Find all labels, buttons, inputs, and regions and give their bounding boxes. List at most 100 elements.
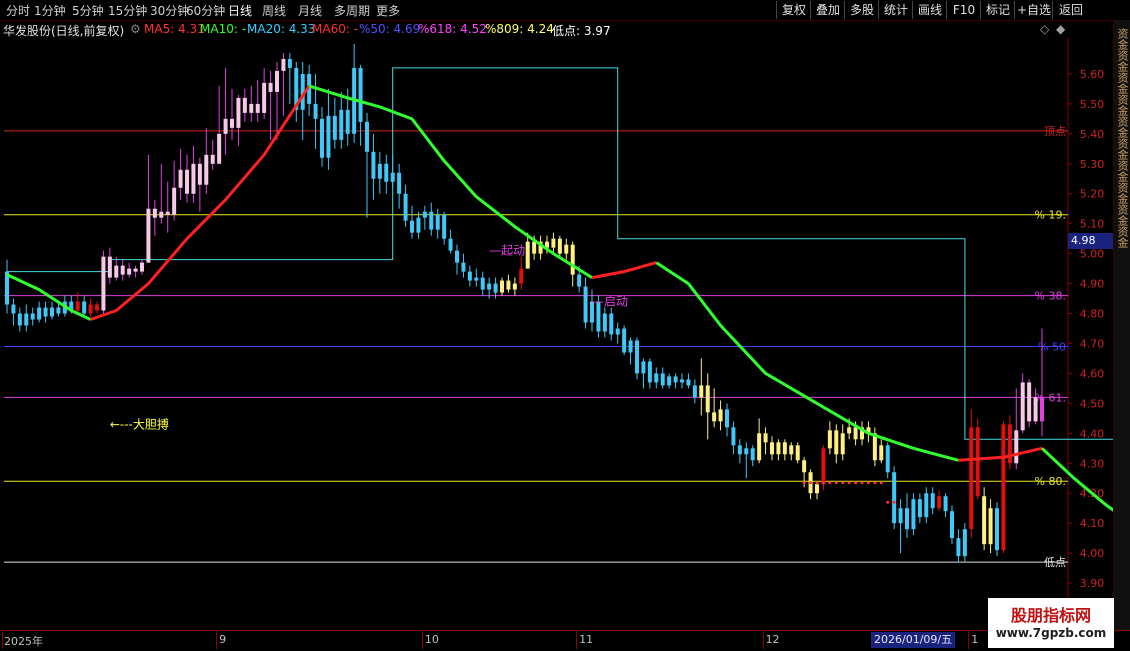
toolbar-button-4[interactable]: 画线: [912, 1, 947, 19]
candle-body[interactable]: [429, 211, 434, 230]
candle-body[interactable]: [358, 67, 363, 122]
candle-body[interactable]: [628, 340, 633, 353]
candle-body[interactable]: [242, 97, 247, 113]
candle-body[interactable]: [197, 163, 202, 185]
toolbar-button-8[interactable]: 返回: [1052, 1, 1089, 19]
candle-body[interactable]: [43, 307, 48, 317]
candle-body[interactable]: [313, 103, 318, 119]
toolbar-button-2[interactable]: 多股: [844, 1, 879, 19]
candle-body[interactable]: [577, 274, 582, 287]
stock-name[interactable]: 华发股份(日线,前复权): [3, 22, 124, 39]
candle-body[interactable]: [731, 427, 736, 446]
candle-body[interactable]: [11, 304, 16, 314]
candle-body[interactable]: [879, 445, 884, 461]
candle-body[interactable]: [152, 208, 157, 218]
candle-body[interactable]: [519, 268, 524, 284]
candle-body[interactable]: [815, 484, 819, 494]
candle-body[interactable]: [725, 409, 729, 428]
candle-body[interactable]: [551, 238, 556, 248]
candle-body[interactable]: [275, 70, 279, 92]
period-tab-2[interactable]: 5分钟: [72, 2, 104, 19]
candle-body[interactable]: [821, 448, 826, 485]
candle-body[interactable]: [403, 193, 408, 221]
candle-body[interactable]: [339, 109, 344, 140]
candle-body[interactable]: [1001, 424, 1006, 551]
candle-body[interactable]: [969, 427, 974, 530]
candle-body[interactable]: [442, 214, 447, 239]
right-info-strip[interactable]: 资金资金资金资金资金资金资金资金资金资金: [1113, 20, 1130, 630]
candle-body[interactable]: [287, 58, 292, 68]
candle-body[interactable]: [127, 268, 132, 275]
candle-body[interactable]: [988, 508, 993, 545]
candle-body[interactable]: [159, 211, 164, 218]
candle-body[interactable]: [840, 433, 845, 455]
candle-body[interactable]: [705, 385, 710, 413]
candle-body[interactable]: [480, 277, 485, 290]
period-tab-10[interactable]: 更多: [376, 2, 400, 19]
candle-body[interactable]: [422, 211, 427, 218]
candle-body[interactable]: [455, 250, 459, 263]
settings-icon[interactable]: ⚙: [130, 22, 141, 36]
candle-body[interactable]: [1033, 397, 1038, 422]
candle-body[interactable]: [532, 241, 537, 254]
candle-body[interactable]: [924, 493, 929, 518]
candle-body[interactable]: [249, 103, 254, 113]
candle-body[interactable]: [583, 286, 588, 323]
candle-body[interactable]: [763, 433, 768, 443]
candle-body[interactable]: [435, 214, 440, 230]
candle-body[interactable]: [911, 499, 916, 530]
candle-body[interactable]: [461, 262, 466, 272]
candle-body[interactable]: [776, 442, 781, 455]
candle-body[interactable]: [718, 409, 723, 422]
candle-body[interactable]: [622, 328, 627, 353]
toolbar-button-6[interactable]: 标记: [980, 1, 1015, 19]
candle-body[interactable]: [410, 220, 414, 233]
candle-body[interactable]: [320, 118, 324, 158]
candle-body[interactable]: [834, 430, 839, 455]
candle-body[interactable]: [146, 208, 151, 263]
period-tab-3[interactable]: 15分钟: [108, 2, 147, 19]
candle-body[interactable]: [75, 301, 80, 311]
candle-body[interactable]: [326, 115, 331, 158]
candle-body[interactable]: [975, 427, 980, 497]
candle-body[interactable]: [847, 427, 852, 434]
candle-body[interactable]: [609, 313, 614, 335]
candle-body[interactable]: [615, 328, 620, 335]
candle-body[interactable]: [885, 445, 890, 473]
candle-body[interactable]: [493, 283, 498, 293]
candle-body[interactable]: [827, 430, 832, 449]
period-tab-6[interactable]: 日线: [228, 2, 252, 19]
candle-body[interactable]: [467, 271, 472, 281]
period-tab-5[interactable]: 60分钟: [186, 2, 225, 19]
diamond-icon[interactable]: ◇: [1040, 22, 1049, 36]
candle-body[interactable]: [30, 313, 35, 320]
candle-body[interactable]: [82, 301, 87, 314]
candle-body[interactable]: [750, 448, 755, 461]
candle-body[interactable]: [217, 133, 222, 164]
candle-body[interactable]: [365, 121, 369, 152]
candle-body[interactable]: [898, 508, 903, 524]
candle-body[interactable]: [789, 445, 794, 455]
candle-body[interactable]: [506, 280, 511, 290]
candle-body[interactable]: [120, 265, 125, 275]
candle-body[interactable]: [853, 427, 858, 440]
candle-body[interactable]: [24, 313, 29, 326]
candle-body[interactable]: [660, 373, 665, 386]
candle-body[interactable]: [557, 238, 562, 254]
candle-body[interactable]: [692, 385, 697, 398]
candle-body[interactable]: [962, 529, 967, 557]
diamond-filled-icon[interactable]: ◆: [1056, 22, 1065, 36]
candle-body[interactable]: [345, 109, 350, 134]
candle-body[interactable]: [172, 187, 177, 215]
candle-body[interactable]: [737, 445, 742, 455]
candle-body[interactable]: [525, 241, 530, 269]
toolbar-button-3[interactable]: 统计: [878, 1, 913, 19]
candle-body[interactable]: [448, 238, 453, 251]
candle-body[interactable]: [512, 283, 517, 290]
candle-body[interactable]: [101, 256, 106, 311]
candle-body[interactable]: [795, 445, 800, 461]
candle-body[interactable]: [995, 508, 999, 551]
candle-body[interactable]: [88, 304, 93, 314]
candle-body[interactable]: [930, 493, 935, 509]
candle-body[interactable]: [371, 151, 376, 179]
